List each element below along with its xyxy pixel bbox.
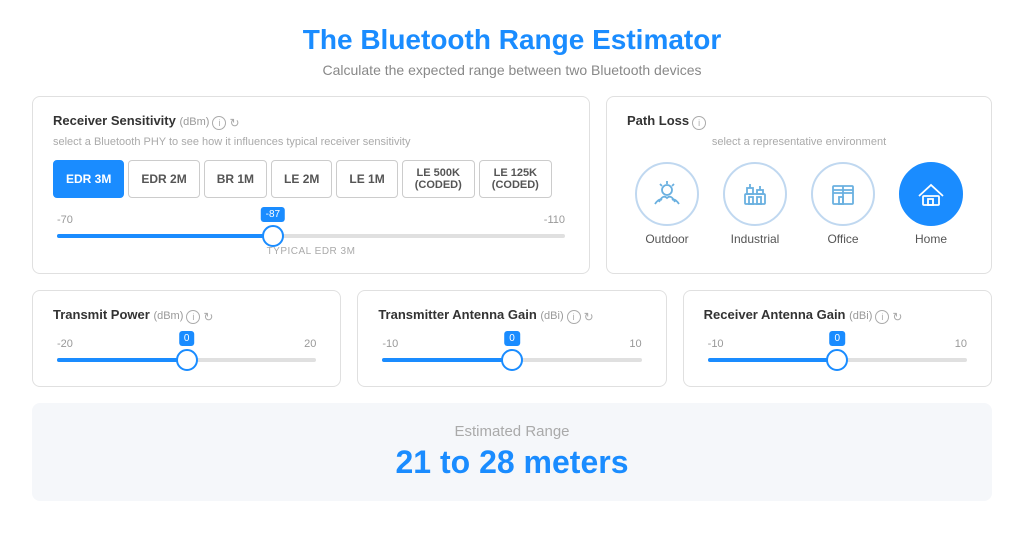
path-loss-title: Path Loss <box>627 113 689 128</box>
rxa-slider-fill <box>708 358 838 362</box>
tx-antenna-title: Transmitter Antenna Gain (dBi) <box>378 307 563 322</box>
tx-slider-track[interactable]: 0 <box>57 358 316 362</box>
tx-slider-value: 0 <box>179 331 195 346</box>
tx-slider-fill <box>57 358 187 362</box>
txa-slider-thumb[interactable]: 0 <box>501 349 523 371</box>
rx-antenna-title: Receiver Antenna Gain (dBi) <box>704 307 873 322</box>
slider-center-label: TYPICAL EDR 3M <box>57 246 565 257</box>
top-row: Receiver Sensitivity (dBm) i ↻ select a … <box>32 96 992 274</box>
rxa-slider-thumb[interactable]: 0 <box>826 349 848 371</box>
tx-slider-thumb[interactable]: 0 <box>176 349 198 371</box>
slider-value-bubble: -87 <box>261 207 285 222</box>
txa-slider-track[interactable]: 0 <box>382 358 641 362</box>
tx-antenna-info-icon[interactable]: i <box>567 310 581 324</box>
env-office-label: Office <box>827 232 858 246</box>
estimated-range-section: Estimated Range 21 to 28 meters <box>32 403 992 501</box>
phy-btn-le2m[interactable]: LE 2M <box>271 160 332 198</box>
phy-btn-le125k[interactable]: LE 125K(CODED) <box>479 160 552 198</box>
env-industrial[interactable]: Industrial <box>723 162 787 246</box>
path-loss-subtitle: select a representative environment <box>627 136 971 148</box>
rx-antenna-slider: -10 10 0 <box>704 338 971 362</box>
tx-antenna-refresh-icon[interactable]: ↻ <box>584 310 594 324</box>
phy-btn-le500k[interactable]: LE 500K(CODED) <box>402 160 475 198</box>
env-home-label: Home <box>915 232 947 246</box>
page-title: The Bluetooth Range Estimator <box>32 24 992 56</box>
env-outdoor[interactable]: Outdoor <box>635 162 699 246</box>
slider-min-label: -70 <box>57 214 73 226</box>
tx-slider-min: -20 <box>57 338 73 350</box>
env-office[interactable]: Office <box>811 162 875 246</box>
env-home-circle <box>899 162 963 226</box>
phy-btn-edr2m[interactable]: EDR 2M <box>128 160 199 198</box>
env-outdoor-label: Outdoor <box>645 232 688 246</box>
rx-antenna-panel: Receiver Antenna Gain (dBi) i ↻ -10 10 0 <box>683 290 992 387</box>
phy-btn-edr3m[interactable]: EDR 3M <box>53 160 124 198</box>
rxa-slider-value: 0 <box>830 331 846 346</box>
receiver-sensitivity-subtitle: select a Bluetooth PHY to see how it inf… <box>53 136 569 148</box>
receiver-sensitivity-info-icon[interactable]: i <box>212 116 226 130</box>
estimated-range-label: Estimated Range <box>52 423 972 440</box>
receiver-sensitivity-slider: -70 -110 -87 TYPICAL EDR 3M <box>53 214 569 257</box>
env-home[interactable]: Home <box>899 162 963 246</box>
txa-slider-value: 0 <box>504 331 520 346</box>
tx-antenna-slider: -10 10 0 <box>378 338 645 362</box>
env-industrial-label: Industrial <box>731 232 780 246</box>
transmit-power-slider: -20 20 0 <box>53 338 320 362</box>
rxa-slider-max: 10 <box>955 338 967 350</box>
environment-icons: Outdoor I <box>627 162 971 246</box>
transmit-power-panel: Transmit Power (dBm) i ↻ -20 20 0 <box>32 290 341 387</box>
receiver-sensitivity-title: Receiver Sensitivity (dBm) <box>53 113 209 128</box>
estimated-range-value: 21 to 28 meters <box>52 444 972 481</box>
page-header: The Bluetooth Range Estimator Calculate … <box>32 24 992 78</box>
receiver-sensitivity-refresh-icon[interactable]: ↻ <box>229 116 239 130</box>
slider-thumb[interactable]: -87 <box>262 225 284 247</box>
phy-btn-le1m[interactable]: LE 1M <box>336 160 397 198</box>
txa-slider-fill <box>382 358 512 362</box>
rxa-slider-min: -10 <box>708 338 724 350</box>
txa-slider-min: -10 <box>382 338 398 350</box>
env-outdoor-circle <box>635 162 699 226</box>
receiver-sensitivity-panel: Receiver Sensitivity (dBm) i ↻ select a … <box>32 96 590 274</box>
env-office-circle <box>811 162 875 226</box>
transmit-power-title: Transmit Power (dBm) <box>53 307 183 322</box>
path-loss-panel: Path Loss i select a representative envi… <box>606 96 992 274</box>
tx-slider-max: 20 <box>304 338 316 350</box>
phy-button-group: EDR 3M EDR 2M BR 1M LE 2M LE 1M LE 500K(… <box>53 160 569 198</box>
path-loss-info-icon[interactable]: i <box>692 116 706 130</box>
page-subtitle: Calculate the expected range between two… <box>32 62 992 78</box>
rx-antenna-info-icon[interactable]: i <box>875 310 889 324</box>
slider-max-label: -110 <box>544 214 565 226</box>
transmit-power-info-icon[interactable]: i <box>186 310 200 324</box>
rxa-slider-track[interactable]: 0 <box>708 358 967 362</box>
txa-slider-max: 10 <box>629 338 641 350</box>
slider-track[interactable]: -87 <box>57 234 565 238</box>
tx-antenna-panel: Transmitter Antenna Gain (dBi) i ↻ -10 1… <box>357 290 666 387</box>
env-industrial-circle <box>723 162 787 226</box>
slider-fill <box>57 234 273 238</box>
transmit-power-refresh-icon[interactable]: ↻ <box>203 310 213 324</box>
rx-antenna-refresh-icon[interactable]: ↻ <box>892 310 902 324</box>
bottom-row: Transmit Power (dBm) i ↻ -20 20 0 <box>32 290 992 387</box>
phy-btn-br1m[interactable]: BR 1M <box>204 160 267 198</box>
